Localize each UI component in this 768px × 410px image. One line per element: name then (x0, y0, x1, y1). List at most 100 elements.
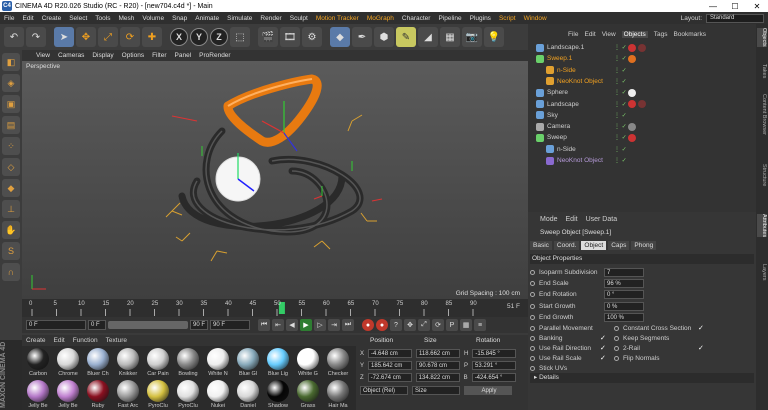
attribute-value-field[interactable]: 7 (604, 267, 644, 277)
animate-dot-icon[interactable] (530, 345, 535, 351)
object-tag-icon[interactable] (638, 43, 646, 52)
side-tab-content-browser[interactable]: Content Browser (757, 94, 767, 135)
material-menu-create[interactable]: Create (26, 337, 46, 344)
animate-dot-icon[interactable] (530, 292, 535, 298)
render-settings-icon[interactable]: ⚙ (302, 27, 322, 47)
tab-basic[interactable]: Basic (530, 241, 552, 250)
edges-mode-icon[interactable]: ◇ (2, 158, 20, 176)
layout-select[interactable]: Standard (706, 13, 764, 23)
snap-icon[interactable]: S (2, 242, 20, 260)
visibility-toggle-icon[interactable]: ⋮ ✓ (614, 55, 627, 62)
object-row[interactable]: Landscape.1 ⋮ ✓ (528, 42, 756, 53)
object-row[interactable]: Sweep ⋮ ✓ (528, 132, 756, 143)
keyframe-selection-icon[interactable]: ? (390, 319, 402, 331)
checkbox[interactable]: ✓ (600, 354, 606, 362)
om-menu-tags[interactable]: Tags (654, 31, 668, 38)
viewport-menu-filter[interactable]: Filter (152, 52, 166, 59)
object-tag-icon[interactable] (628, 100, 636, 108)
size-y-field[interactable]: 90.678 cm (416, 361, 461, 370)
render-view-icon[interactable]: 🎬 (258, 27, 278, 47)
attribute-checkbox-row[interactable]: Use Rail Scale ✓ (530, 353, 610, 363)
rotation-key-icon[interactable]: ⟳ (432, 319, 444, 331)
next-frame-icon[interactable]: ▷ (314, 319, 326, 331)
menu-animate[interactable]: Animate (191, 15, 223, 22)
coordinate-system-icon[interactable]: ⬚ (230, 27, 250, 47)
material-swatch[interactable]: Fast Arc (114, 380, 142, 409)
next-key-icon[interactable]: ⇥ (328, 319, 340, 331)
viewport-menu-panel[interactable]: Panel (175, 52, 192, 59)
om-menu-file[interactable]: File (568, 31, 578, 38)
om-menu-bookmarks[interactable]: Bookmarks (673, 31, 706, 38)
menu-mograph[interactable]: MoGraph (363, 15, 398, 22)
animate-dot-icon[interactable] (530, 303, 535, 309)
size-mode-select[interactable]: Size (412, 386, 460, 395)
material-menu-texture[interactable]: Texture (106, 337, 127, 344)
checkbox[interactable]: ✓ (698, 344, 704, 352)
object-tag-icon[interactable] (628, 88, 636, 97)
make-editable-icon[interactable]: ◧ (2, 53, 20, 71)
max-frame-field[interactable]: 90 F (190, 320, 208, 330)
object-row[interactable]: NeoKnot Object ⋮ ✓ (528, 76, 756, 87)
tab-object[interactable]: Object (581, 241, 607, 250)
object-tag-icon[interactable] (628, 122, 636, 131)
menu-snap[interactable]: Snap (168, 15, 191, 22)
position-x-field[interactable]: -4.648 cm (368, 349, 413, 358)
material-swatch[interactable]: White N (204, 348, 232, 377)
attr-menu-edit[interactable]: Edit (566, 216, 578, 223)
material-menu-function[interactable]: Function (73, 337, 98, 344)
material-swatch[interactable]: PyroClu (174, 380, 202, 409)
x-axis-lock-button[interactable]: X (170, 28, 188, 46)
menu-create[interactable]: Create (38, 15, 66, 22)
camera-icon[interactable]: 📷 (462, 27, 482, 47)
coord-mode-select[interactable]: Object (Rel) (360, 386, 408, 395)
polygons-mode-icon[interactable]: ◆ (2, 179, 20, 197)
attribute-checkbox-row[interactable]: Banking ✓ (530, 333, 610, 343)
object-tag-icon[interactable] (638, 100, 646, 108)
material-swatch[interactable]: Jelly Be (54, 380, 82, 409)
range-slider[interactable] (108, 321, 188, 329)
minimize-button[interactable]: — (702, 2, 724, 11)
attribute-value-field[interactable]: 96 % (604, 278, 644, 288)
material-swatch[interactable]: Jelly Be (24, 380, 52, 409)
attr-menu-mode[interactable]: Mode (540, 216, 558, 223)
end-frame-field[interactable]: 90 F (210, 320, 250, 330)
viewport-menu-cameras[interactable]: Cameras (58, 52, 84, 59)
animate-dot-icon[interactable] (530, 280, 535, 286)
viewport[interactable]: Perspective Grid Spacing: 100 cm (22, 61, 528, 299)
menu-file[interactable]: File (0, 15, 18, 22)
light-icon[interactable]: 💡 (484, 27, 504, 47)
menu-select[interactable]: Select (65, 15, 91, 22)
goto-start-icon[interactable]: ⏮ (258, 319, 270, 331)
menu-pipeline[interactable]: Pipeline (434, 15, 465, 22)
menu-sculpt[interactable]: Sculpt (286, 15, 312, 22)
object-row[interactable]: Sky ⋮ ✓ (528, 110, 756, 121)
checkbox[interactable]: ✓ (600, 334, 606, 342)
viewport-menu-prorender[interactable]: ProRender (199, 52, 230, 59)
checkbox[interactable]: ✓ (698, 324, 704, 332)
material-swatch[interactable]: Blue Gl (234, 348, 262, 377)
viewport-menu-options[interactable]: Options (122, 52, 144, 59)
rotation-h-field[interactable]: -15.845 ° (472, 349, 517, 358)
z-axis-lock-button[interactable]: Z (210, 28, 228, 46)
tab-caps[interactable]: Caps (608, 241, 630, 250)
rotate-icon[interactable]: ⟳ (120, 27, 140, 47)
animate-dot-icon[interactable] (530, 355, 535, 361)
menu-window[interactable]: Window (520, 15, 551, 22)
prev-key-icon[interactable]: ⇤ (272, 319, 284, 331)
material-swatch[interactable]: Carbon (24, 348, 52, 377)
texture-mode-icon[interactable]: ▣ (2, 95, 20, 113)
deformer-icon[interactable]: ◢ (418, 27, 438, 47)
animate-dot-icon[interactable] (530, 315, 535, 321)
material-swatch[interactable]: Bluer Ch (84, 348, 112, 377)
material-swatch[interactable]: Knikker (114, 348, 142, 377)
min-frame-field[interactable]: 0 F (88, 320, 106, 330)
material-swatch[interactable]: Ruby (84, 380, 112, 409)
timeline-ruler[interactable]: 0 5 10 15 20 25 30 35 40 45 50 55 60 65 70 75 80 85 90 51 … (22, 299, 528, 317)
cube-icon[interactable]: ◆ (330, 27, 350, 47)
move-icon[interactable]: ✥ (76, 27, 96, 47)
animate-dot-icon[interactable] (530, 269, 535, 275)
attribute-checkbox-row[interactable]: Stick UVs (530, 363, 610, 373)
object-tag-icon[interactable] (628, 54, 636, 63)
visibility-toggle-icon[interactable]: ⋮ ✓ (614, 157, 627, 164)
close-button[interactable]: ✕ (746, 2, 768, 11)
